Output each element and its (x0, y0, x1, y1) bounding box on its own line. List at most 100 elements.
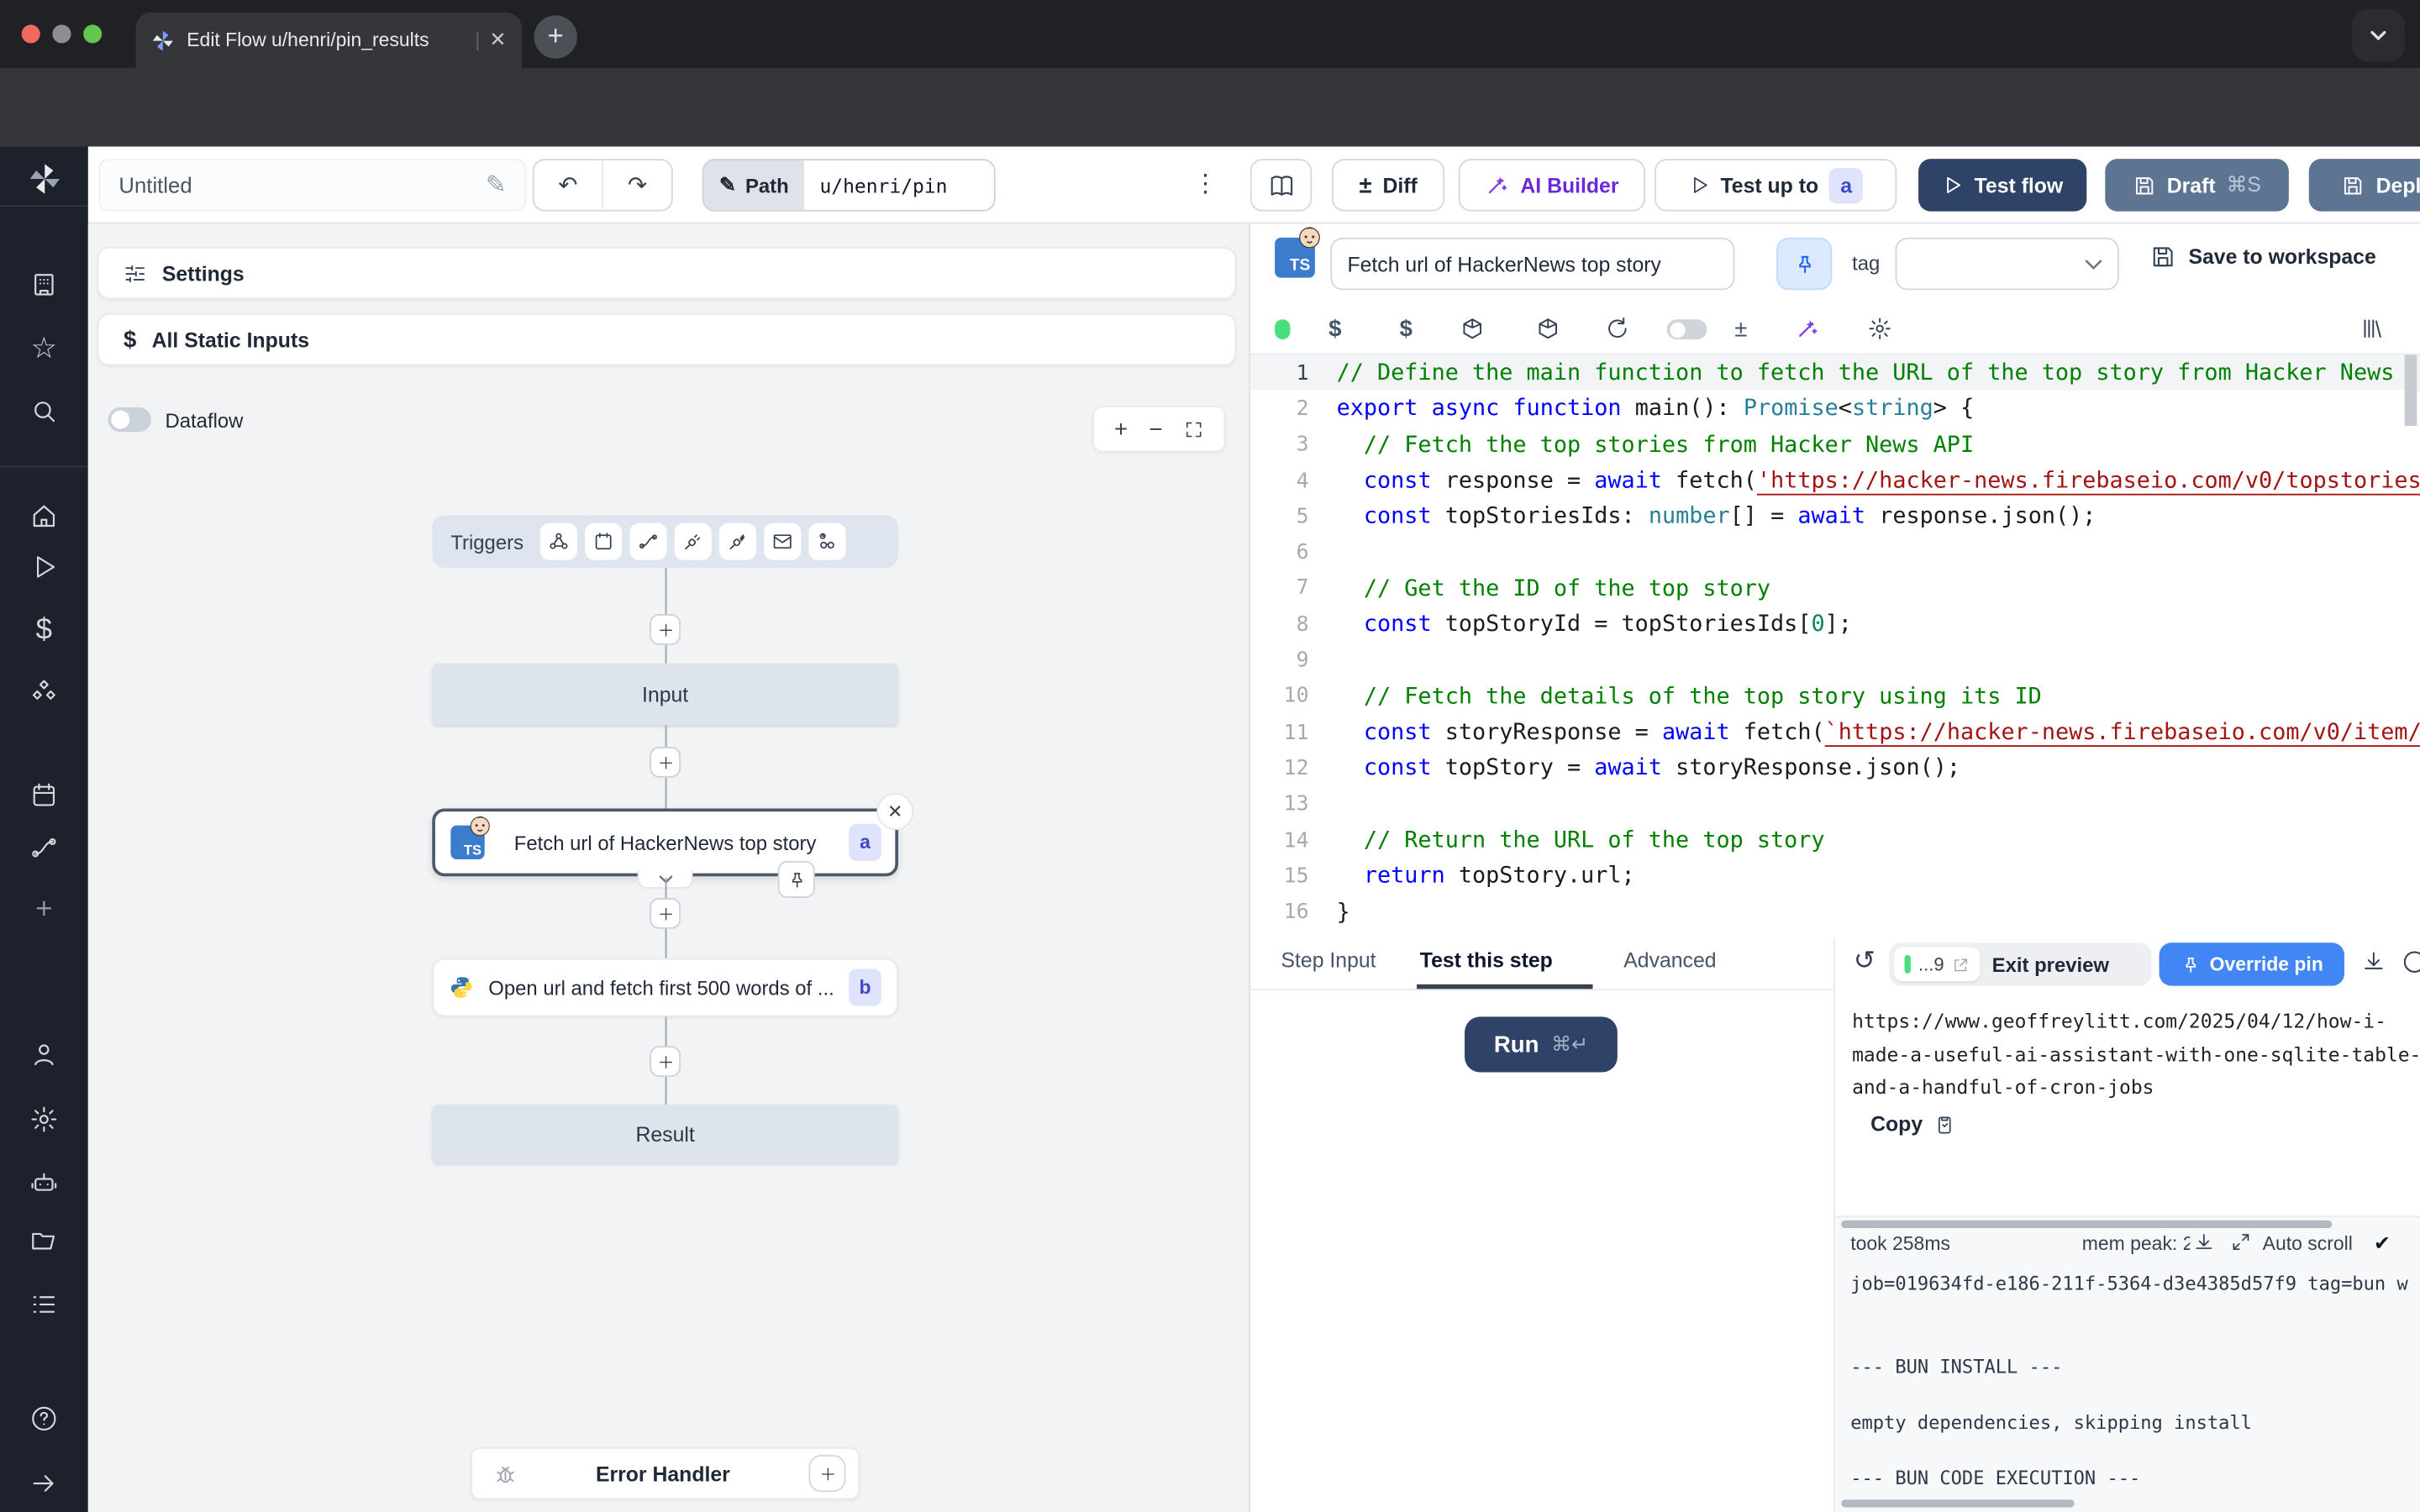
history-icon[interactable]: ↺ (1854, 946, 1876, 977)
undo-button[interactable]: ↶ (534, 160, 604, 210)
tab-search-chevron-icon[interactable] (2352, 9, 2404, 61)
zoom-in-icon[interactable]: + (1114, 416, 1128, 442)
settings-gear-icon[interactable] (25, 1100, 62, 1137)
deploy-button[interactable]: Deploy (2309, 159, 2420, 211)
remove-step-icon[interactable]: ✕ (876, 793, 913, 830)
zoom-out-icon[interactable]: − (1149, 416, 1162, 442)
error-handler-node[interactable]: Error Handler (471, 1447, 860, 1499)
copy-result-button[interactable]: Copy (1870, 1112, 1955, 1136)
logs-list-icon[interactable] (25, 1285, 62, 1322)
code-editor[interactable]: 1// Define the main function to fetch th… (1250, 354, 2420, 937)
flow-name-input[interactable]: Untitled ✎ (99, 159, 527, 211)
reset-icon[interactable] (1603, 315, 1631, 343)
schedules-calendar-icon[interactable] (25, 776, 62, 813)
dataflow-toggle[interactable] (108, 407, 151, 432)
pin-chip[interactable] (778, 861, 815, 898)
step-title-input[interactable]: Fetch url of HackerNews top story (1330, 238, 1734, 290)
save-to-workspace-button[interactable]: Save to workspace (2150, 244, 2376, 270)
step-node-b[interactable]: Open url and fetch first 500 words of ..… (432, 958, 898, 1017)
ai-builder-button[interactable]: AI Builder (1459, 159, 1645, 211)
resources-cubes-icon[interactable] (25, 673, 62, 710)
editor-settings-gear-icon[interactable] (1866, 315, 1894, 343)
library-icon[interactable] (2359, 315, 2386, 343)
user-icon[interactable] (25, 1035, 62, 1072)
diff-button[interactable]: ± Diff (1332, 159, 1444, 211)
search-icon[interactable] (25, 392, 62, 429)
redo-button[interactable]: ↷ (603, 160, 671, 210)
plus-minus-icon[interactable]: ± (1727, 315, 1754, 343)
info-circle-icon[interactable] (2402, 949, 2420, 975)
expand-logs-icon[interactable] (2230, 1231, 2252, 1253)
auto-scroll-label[interactable]: Auto scroll (2263, 1233, 2353, 1255)
log-scrollbar-top[interactable] (1841, 1221, 2332, 1228)
tab-test-this-step[interactable]: Test this step (1420, 949, 1553, 973)
all-static-inputs-bar[interactable]: $ All Static Inputs (97, 313, 1237, 365)
route-trigger-icon[interactable] (630, 523, 667, 560)
edit-name-pencil-icon[interactable]: ✎ (486, 170, 507, 201)
external-link-icon[interactable] (1952, 956, 1969, 973)
tag-select[interactable] (1896, 238, 2119, 290)
ai-wand-icon[interactable] (1793, 315, 1821, 343)
poll-trigger-icon[interactable] (809, 523, 846, 560)
help-icon[interactable] (25, 1399, 62, 1436)
webhook-trigger-icon[interactable] (540, 523, 577, 560)
more-options-kebab-icon[interactable]: ⋮ (1193, 168, 1218, 199)
path-chip[interactable]: ✎ Path u/henri/pin (702, 159, 996, 211)
override-pin-button[interactable]: Override pin (2160, 942, 2344, 985)
test-flow-button[interactable]: Test flow (1918, 159, 2086, 211)
flow-settings-bar[interactable]: Settings (97, 247, 1237, 299)
zoom-window-button[interactable] (83, 24, 102, 43)
runs-play-icon[interactable] (25, 548, 62, 585)
schedule-trigger-icon[interactable] (585, 523, 622, 560)
kafka-trigger-icon[interactable] (719, 523, 756, 560)
insert-step-button[interactable] (650, 614, 681, 645)
result-node[interactable]: Result (432, 1105, 898, 1163)
step-node-a[interactable]: TS Fetch url of HackerNews top story a ✕ (432, 808, 898, 876)
download-logs-icon[interactable] (2190, 1231, 2217, 1253)
windmill-logo[interactable] (25, 160, 62, 197)
fit-view-icon[interactable] (1184, 419, 1204, 439)
variables-dollar-icon[interactable]: $ (1321, 315, 1349, 343)
email-trigger-icon[interactable] (765, 523, 802, 560)
draft-button[interactable]: Draft ⌘S (2105, 159, 2289, 211)
download-result-icon[interactable] (2361, 949, 2386, 974)
browser-tab[interactable]: Edit Flow u/henri/pin_results | ✕ (136, 13, 522, 68)
tab-advanced[interactable]: Advanced (1623, 949, 1716, 973)
diff-mode-toggle[interactable] (1667, 319, 1707, 339)
input-node[interactable]: Input (432, 664, 898, 725)
workspace-icon[interactable] (25, 265, 62, 302)
add-plus-icon[interactable]: + (25, 892, 62, 929)
triggers-node[interactable]: Triggers (432, 515, 898, 567)
expand-sidebar-arrow-icon[interactable] (25, 1464, 62, 1501)
new-tab-button[interactable]: + (534, 15, 577, 58)
test-up-to-step-badge[interactable]: a (1829, 167, 1863, 202)
insert-step-button[interactable] (650, 1046, 681, 1077)
exit-preview-button[interactable]: Exit preview (1992, 953, 2109, 976)
insert-step-button[interactable] (650, 898, 681, 929)
resources-dollar-icon[interactable]: $ (1392, 315, 1420, 343)
tab-step-input[interactable]: Step Input (1281, 949, 1376, 973)
home-icon[interactable] (25, 496, 62, 533)
insert-step-button[interactable] (650, 747, 681, 778)
docs-book-button[interactable] (1250, 159, 1312, 211)
test-up-to-button[interactable]: Test up to a (1655, 159, 1897, 211)
flow-name: Untitled (118, 173, 192, 197)
run-button[interactable]: Run ⌘↵ (1465, 1016, 1618, 1072)
job-chip[interactable]: ...9 (1894, 948, 1980, 981)
tab-close-icon[interactable]: ✕ (489, 28, 506, 52)
variables-dollar-icon[interactable]: $ (25, 612, 62, 649)
folders-icon[interactable] (25, 1222, 62, 1259)
add-error-handler-button[interactable] (808, 1455, 845, 1492)
websocket-trigger-icon[interactable] (675, 523, 712, 560)
log-scrollbar-bottom[interactable] (1841, 1499, 2074, 1507)
minimize-window-button[interactable] (52, 24, 71, 43)
workers-robot-icon[interactable] (25, 1163, 62, 1200)
favorites-star-icon[interactable]: ☆ (25, 330, 62, 367)
close-window-button[interactable] (22, 24, 40, 43)
package-icon[interactable] (1459, 315, 1486, 343)
package-icon[interactable] (1534, 315, 1562, 343)
editor-scrollbar[interactable] (2405, 354, 2417, 425)
routes-icon[interactable] (25, 828, 62, 865)
auto-scroll-check-icon[interactable]: ✔ (2374, 1231, 2391, 1256)
pin-toggle-button[interactable] (1776, 238, 1832, 290)
